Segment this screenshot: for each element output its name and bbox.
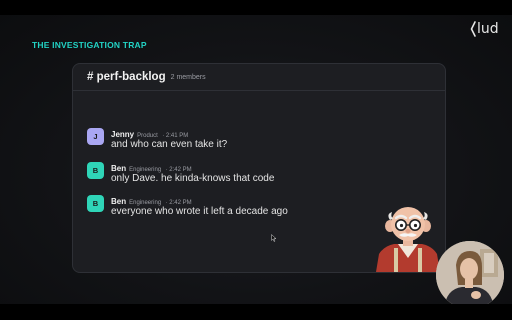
message-text: everyone who wrote it left a decade ago	[111, 206, 288, 217]
sender-name[interactable]: Ben	[111, 197, 126, 206]
avatar[interactable]: B	[87, 162, 104, 179]
presenter-webcam	[436, 241, 504, 309]
sender-name[interactable]: Ben	[111, 164, 126, 173]
letterbox-bottom	[0, 304, 512, 320]
avatar[interactable]: B	[87, 195, 104, 212]
message-text: only Dave. he kinda-knows that code	[111, 173, 275, 184]
presenter-video-feed	[436, 241, 504, 309]
channel-header: # perf-backlog 2 members	[73, 64, 445, 91]
channel-name[interactable]: # perf-backlog	[87, 71, 166, 83]
avatar[interactable]: J	[87, 128, 104, 145]
sender-name[interactable]: Jenny	[111, 130, 134, 139]
message-text: and who can even take it?	[111, 139, 228, 150]
letterbox-top	[0, 0, 512, 15]
brand-logo: lud	[468, 20, 502, 38]
slide-heading: THE INVESTIGATION TRAP	[32, 40, 147, 50]
member-count[interactable]: 2 members	[171, 74, 206, 81]
mouse-pointer-icon	[271, 234, 277, 242]
brand-name: lud	[477, 21, 499, 37]
old-man-mascot-icon	[376, 207, 440, 272]
